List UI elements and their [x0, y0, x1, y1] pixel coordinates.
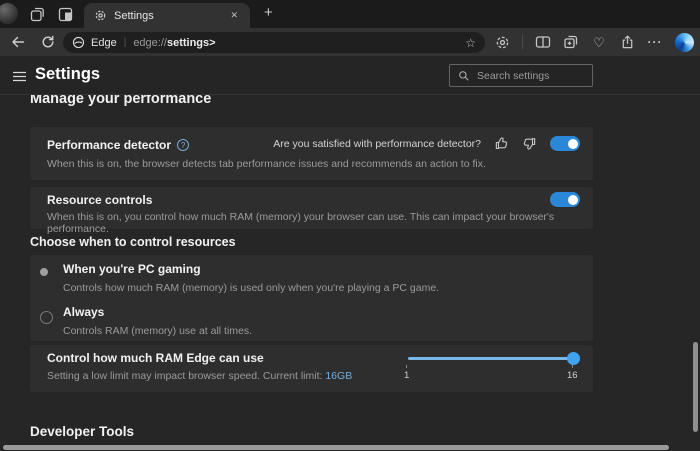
settings-header: Settings	[0, 56, 700, 95]
copilot-icon[interactable]	[675, 33, 694, 52]
ram-limit-description: Setting a low limit may impact browser s…	[47, 370, 352, 382]
page-title: Settings	[35, 65, 100, 84]
toolbar-actions: ♡ ···	[494, 28, 694, 56]
share-icon[interactable]	[619, 34, 635, 50]
slider-max-label: 16	[567, 370, 578, 381]
thumbs-down-icon[interactable]	[522, 136, 537, 151]
resource-controls-title: Resource controls	[47, 193, 152, 207]
radio-pc-gaming-label: When you're PC gaming	[63, 262, 201, 276]
new-tab-button[interactable]: +	[260, 3, 277, 22]
radio-pc-gaming-description: Controls how much RAM (memory) is used o…	[63, 282, 439, 294]
performance-detector-toggle[interactable]	[550, 136, 580, 151]
search-box[interactable]	[449, 64, 593, 87]
current-limit-link[interactable]: 16GB	[325, 370, 352, 382]
radio-always-label: Always	[63, 305, 104, 319]
split-screen-icon[interactable]	[535, 34, 551, 50]
ram-limit-title: Control how much RAM Edge can use	[47, 351, 264, 365]
slider-min-tick: 1	[404, 365, 409, 381]
back-icon[interactable]	[10, 34, 26, 50]
resource-controls-card: Resource controls When this is on, you c…	[30, 187, 593, 229]
search-icon	[458, 70, 470, 82]
slider-max-tick: 16	[567, 365, 578, 381]
ram-slider[interactable]	[408, 357, 578, 360]
help-icon[interactable]: ?	[177, 139, 189, 151]
radio-pc-gaming[interactable]	[40, 268, 48, 276]
tab-title: Settings	[114, 10, 220, 22]
edge-logo-icon	[72, 36, 85, 49]
gear-toolbar-icon[interactable]	[494, 34, 510, 50]
performance-detector-title: Performance detector ?	[47, 138, 189, 152]
collections-icon[interactable]	[563, 34, 579, 50]
browser-essentials-icon[interactable]: ♡	[591, 34, 607, 50]
developer-tools-heading: Developer Tools	[30, 424, 134, 439]
site-label: Edge	[91, 37, 117, 49]
address-divider: |	[124, 37, 127, 48]
tick-mark	[406, 365, 407, 368]
tab-activity-icon[interactable]	[57, 6, 73, 22]
choose-resources-heading: Choose when to control resources	[30, 235, 236, 249]
resource-controls-label: Resource controls	[47, 193, 152, 207]
horizontal-scrollbar[interactable]	[3, 445, 669, 450]
close-tab-icon[interactable]: ✕	[227, 8, 241, 23]
slider-min-label: 1	[404, 370, 409, 381]
ram-slider-thumb[interactable]	[567, 352, 580, 365]
radio-always[interactable]	[40, 311, 53, 324]
profile-avatar[interactable]	[0, 3, 18, 24]
ram-limit-description-text: Setting a low limit may impact browser s…	[47, 370, 325, 382]
more-menu-icon[interactable]: ···	[647, 34, 663, 50]
url-suffix: >	[209, 37, 215, 49]
ram-limit-card: Control how much RAM Edge can use Settin…	[30, 345, 593, 392]
ram-limit-label: Control how much RAM Edge can use	[47, 351, 264, 365]
performance-detector-description: When this is on, the browser detects tab…	[47, 158, 486, 170]
satisfaction-question: Are you satisfied with performance detec…	[273, 138, 481, 150]
radio-options-card: When you're PC gaming Controls how much …	[30, 255, 593, 341]
section-title: Manage your performance	[30, 95, 211, 107]
search-input[interactable]	[477, 70, 584, 82]
navigation-toolbar: Edge | edge:// settings > ☆	[0, 28, 700, 56]
url-path: settings	[167, 37, 209, 49]
gear-icon	[94, 9, 107, 22]
settings-content: Manage your performance Performance dete…	[0, 95, 700, 446]
resource-controls-toggle[interactable]	[550, 192, 580, 207]
performance-detector-label: Performance detector	[47, 138, 171, 152]
workspaces-icon[interactable]	[29, 6, 45, 22]
tick-mark	[572, 365, 573, 368]
vertical-scrollbar[interactable]	[693, 342, 698, 432]
menu-icon[interactable]	[12, 69, 27, 84]
thumbs-up-icon[interactable]	[494, 136, 509, 151]
resource-controls-description: When this is on, you control how much RA…	[47, 211, 593, 235]
radio-always-description: Controls RAM (memory) use at all times.	[63, 325, 252, 337]
tab-strip: Settings ✕ +	[0, 0, 700, 28]
favorite-star-icon[interactable]: ☆	[465, 36, 476, 50]
address-bar[interactable]: Edge | edge:// settings > ☆	[63, 32, 485, 53]
refresh-icon[interactable]	[40, 34, 56, 50]
satisfaction-row: Are you satisfied with performance detec…	[273, 136, 580, 151]
browser-window: Settings ✕ + Edge | edge:// settings	[0, 0, 700, 451]
toolbar-divider	[522, 35, 523, 49]
performance-detector-card: Performance detector ? Are you satisfied…	[30, 127, 593, 180]
url-scheme: edge://	[133, 37, 167, 49]
tab-settings[interactable]: Settings ✕	[84, 3, 250, 28]
